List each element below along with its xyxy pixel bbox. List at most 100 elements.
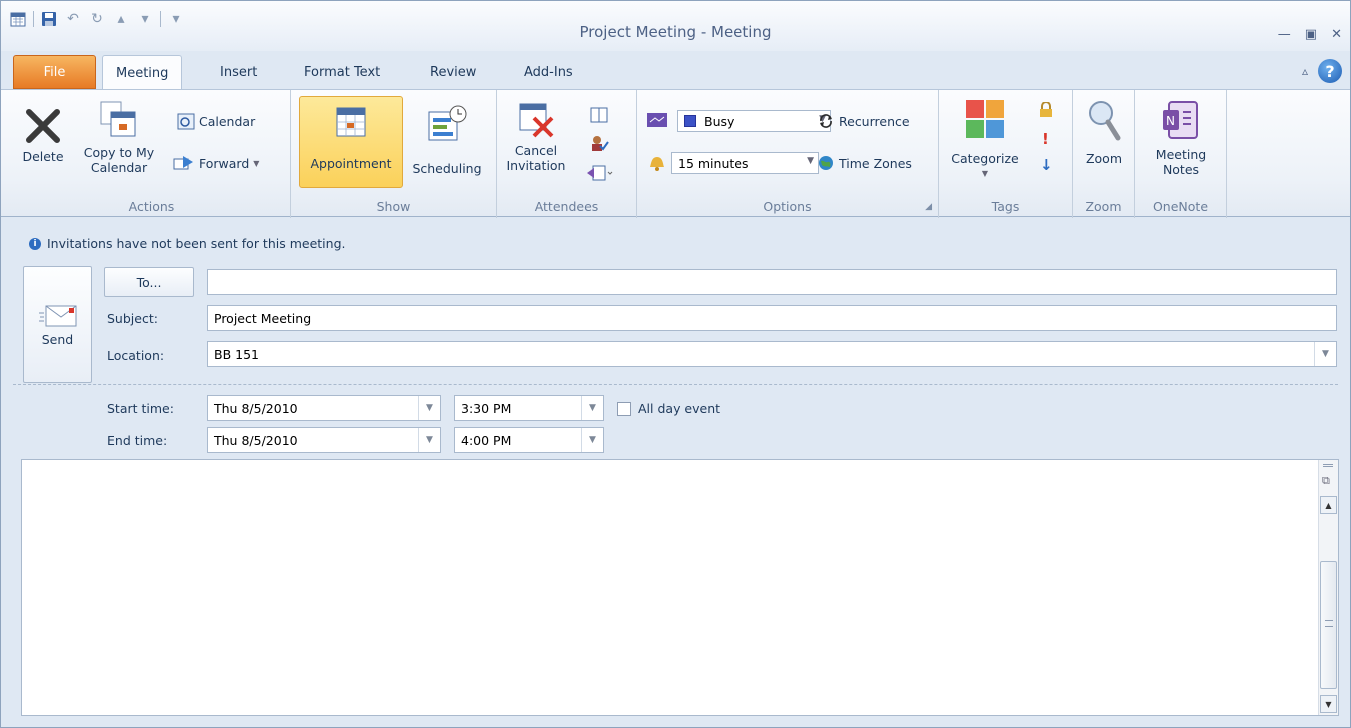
scroll-down-icon[interactable]: ▼ (1320, 695, 1337, 713)
copy-to-my-calendar-button[interactable]: Copy to My Calendar (71, 98, 167, 175)
all-day-event-checkbox[interactable]: All day event (617, 401, 720, 416)
svg-text:N: N (1166, 114, 1175, 128)
end-date-picker[interactable]: Thu 8/5/2010 ▼ (207, 427, 441, 453)
message-body[interactable]: ⧉ ▲ ▼ (21, 459, 1339, 716)
high-importance-icon[interactable]: ! (1042, 130, 1049, 148)
tab-review[interactable]: Review (417, 55, 489, 89)
globe-icon (819, 156, 833, 170)
start-time-value: 3:30 PM (461, 400, 512, 416)
group-tags: Categorize ▼ ! ↓ Tags (939, 90, 1073, 218)
start-date-picker[interactable]: Thu 8/5/2010 ▼ (207, 395, 441, 421)
to-button[interactable]: To... (104, 267, 194, 297)
meeting-notes-label-line2: Notes (1162, 162, 1200, 177)
group-label-zoom: Zoom (1085, 199, 1122, 214)
start-time-picker[interactable]: 3:30 PM ▼ (454, 395, 604, 421)
appointment-label: Appointment (310, 156, 392, 171)
info-bar: i Invitations have not been sent for thi… (29, 236, 345, 251)
send-button[interactable]: Send (23, 266, 92, 383)
location-dropdown-icon[interactable]: ▼ (1314, 342, 1336, 366)
categorize-label: Categorize (951, 151, 1019, 166)
calendar-search-icon (177, 113, 195, 130)
start-time-label: Start time: (107, 401, 174, 416)
vertical-scrollbar[interactable]: ⧉ ▲ ▼ (1318, 460, 1338, 715)
location-field[interactable]: BB 151 ▼ (207, 341, 1337, 367)
categorize-button[interactable]: Categorize ▼ (945, 98, 1025, 181)
group-label-actions: Actions (128, 199, 175, 214)
tab-meeting[interactable]: Meeting (102, 55, 183, 90)
cancel-invitation-icon (519, 103, 554, 138)
zoom-label: Zoom (1085, 151, 1123, 166)
meeting-notes-button[interactable]: N Meeting Notes (1143, 98, 1219, 177)
forward-button[interactable]: Forward ▼ (173, 154, 259, 172)
group-label-options: Options (763, 199, 812, 214)
all-day-checkbox-box[interactable] (617, 401, 631, 416)
zoom-button[interactable]: Zoom (1077, 98, 1131, 166)
reminder-dropdown-arrow: ▼ (807, 156, 814, 166)
address-book-icon[interactable] (589, 106, 609, 124)
scrollbar-thumb[interactable] (1320, 561, 1337, 689)
send-label: Send (41, 332, 74, 347)
maximize-icon[interactable]: ▣ (1305, 27, 1317, 42)
ruler-icon[interactable]: ⧉ (1322, 474, 1330, 488)
group-options: Busy ▼ 15 minutes ▼ Recurrence Time Zone… (637, 90, 939, 218)
appointment-button[interactable]: Appointment (299, 96, 403, 188)
start-date-value: Thu 8/5/2010 (214, 400, 298, 416)
private-lock-icon[interactable] (1039, 101, 1053, 121)
forward-label: Forward (199, 155, 250, 171)
meeting-notes-label-line1: Meeting (1155, 147, 1207, 162)
calendar-button[interactable]: Calendar (177, 112, 255, 130)
start-time-dropdown-icon[interactable]: ▼ (581, 396, 603, 420)
categorize-icon (966, 100, 1004, 138)
info-message: Invitations have not been sent for this … (47, 236, 346, 251)
scroll-up-icon[interactable]: ▲ (1320, 496, 1337, 514)
time-zones-button[interactable]: Time Zones (817, 154, 912, 172)
onenote-icon: N (1163, 101, 1198, 139)
window-title: Project Meeting - Meeting (579, 23, 772, 41)
tab-format-text[interactable]: Format Text (291, 55, 393, 89)
to-field[interactable] (207, 269, 1337, 295)
tab-insert[interactable]: Insert (207, 55, 270, 89)
end-time-picker[interactable]: 4:00 PM ▼ (454, 427, 604, 453)
copy-label-line2: Calendar (90, 160, 148, 175)
delete-label: Delete (22, 149, 64, 164)
split-handle-icon[interactable] (1323, 464, 1333, 467)
subject-label: Subject: (107, 311, 158, 326)
tab-add-ins[interactable]: Add-Ins (511, 55, 586, 89)
ribbon: Delete Copy to My Calendar Calendar Forw… (1, 89, 1350, 218)
recurrence-button[interactable]: Recurrence (817, 112, 910, 130)
group-label-attendees: Attendees (534, 199, 599, 214)
close-icon[interactable]: ✕ (1331, 27, 1342, 42)
delete-icon (26, 109, 60, 143)
minimize-ribbon-icon[interactable]: ▵ (1302, 64, 1308, 78)
info-icon: i (29, 237, 41, 250)
group-label-show: Show (376, 199, 411, 214)
copy-to-calendar-icon (100, 101, 136, 137)
forward-dropdown-icon: ▼ (253, 158, 260, 168)
subject-field[interactable]: Project Meeting (207, 305, 1337, 331)
delete-button[interactable]: Delete (17, 106, 69, 164)
end-time-dropdown-icon[interactable]: ▼ (581, 428, 603, 452)
calendar-label: Calendar (199, 113, 256, 129)
scheduling-button[interactable]: Scheduling (403, 104, 491, 176)
show-as-dropdown[interactable]: Busy ▼ (677, 110, 831, 132)
all-day-label: All day event (638, 401, 721, 416)
title-bar: ↶ ↻ ▴ ▾ ▾ Project Meeting - Meeting — ▣ … (1, 1, 1350, 51)
show-as-value: Busy (704, 113, 735, 129)
end-date-dropdown-icon[interactable]: ▼ (418, 428, 440, 452)
window-controls: — ▣ ✕ (1278, 27, 1342, 42)
help-icon[interactable]: ? (1318, 59, 1342, 83)
reminder-dropdown[interactable]: 15 minutes ▼ (671, 152, 819, 174)
options-dialog-launcher-icon[interactable]: ◢ (925, 202, 932, 212)
minimize-icon[interactable]: — (1278, 27, 1291, 42)
location-value: BB 151 (214, 346, 259, 362)
cancel-invitation-button[interactable]: Cancel Invitation (503, 100, 569, 173)
group-onenote: N Meeting Notes OneNote (1135, 90, 1227, 218)
tab-file[interactable]: File (13, 55, 96, 89)
reminder-icon (647, 155, 667, 174)
response-options-icon[interactable] (585, 164, 613, 182)
start-date-dropdown-icon[interactable]: ▼ (418, 396, 440, 420)
check-names-icon[interactable] (589, 134, 609, 152)
send-envelope-icon (38, 305, 76, 327)
low-importance-icon[interactable]: ↓ (1040, 156, 1053, 174)
end-time-label: End time: (107, 433, 168, 448)
